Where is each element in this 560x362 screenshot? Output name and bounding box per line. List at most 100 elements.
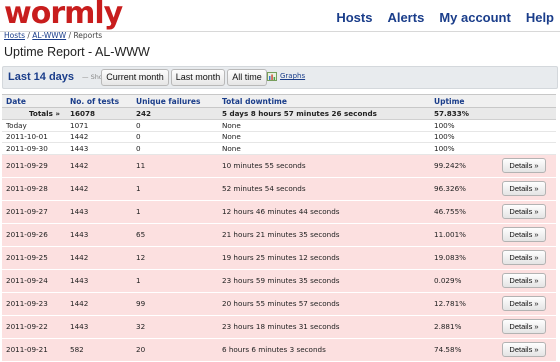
col-tests[interactable]: No. of tests (66, 94, 132, 108)
cell-actions: Details » (498, 292, 556, 316)
cell-tests: 1442 (66, 154, 132, 178)
nav-my-account[interactable]: My account (439, 10, 511, 25)
details-button[interactable]: Details » (502, 227, 546, 242)
cell-failures: 0 (132, 119, 218, 132)
cell-downtime: None (218, 142, 430, 155)
table-row: 2011-10-01 1442 0 None 100% (2, 131, 556, 143)
main-nav: Hosts Alerts My account Help (321, 10, 554, 25)
breadcrumb-current: Reports (73, 31, 103, 40)
cell-downtime: 23 hours 59 minutes 35 seconds (218, 269, 430, 293)
table-row: 2011-09-28 1442 1 52 minutes 54 seconds 96.3… (2, 177, 556, 201)
cell-downtime: 21 hours 21 minutes 35 seconds (218, 223, 430, 247)
cell-uptime: 46.755% (430, 200, 498, 224)
cell-tests: 1442 (66, 177, 132, 201)
cell-actions: Details » (498, 338, 556, 362)
wormly-logo[interactable]: wormly (4, 0, 123, 32)
cell-downtime: 19 hours 25 minutes 12 seconds (218, 246, 430, 270)
cell-failures: 0 (132, 142, 218, 155)
cell-uptime: 0.029% (430, 269, 498, 293)
cell-tests: 1442 (66, 131, 132, 143)
cell-failures: 32 (132, 315, 218, 339)
totals-uptime: 57.833% (430, 107, 498, 120)
nav-hosts[interactable]: Hosts (336, 10, 372, 25)
cell-actions: Details » (498, 223, 556, 247)
cell-uptime: 74.58% (430, 338, 498, 362)
table-row: 2011-09-27 1443 1 12 hours 46 minutes 44 se… (2, 200, 556, 224)
table-header-row: Date No. of tests Unique failures Total … (2, 94, 556, 108)
col-date[interactable]: Date (2, 94, 66, 108)
table-row: Today 1071 0 None 100% (2, 119, 556, 132)
nav-help[interactable]: Help (526, 10, 554, 25)
totals-tests: 16078 (66, 107, 132, 120)
page-title: Uptime Report - AL-WWW (4, 45, 150, 59)
breadcrumb-hosts[interactable]: Hosts (4, 31, 25, 40)
details-button[interactable]: Details » (502, 204, 546, 219)
graphs-link[interactable]: Graphs (280, 72, 305, 80)
cell-failures: 99 (132, 292, 218, 316)
table-row: 2011-09-29 1442 11 10 minutes 55 seconds 99.… (2, 154, 556, 178)
cell-tests: 582 (66, 338, 132, 362)
chart-icon[interactable] (267, 72, 277, 81)
table-row: 2011-09-22 1443 32 23 hours 18 minutes 31 s… (2, 315, 556, 339)
current-month-button[interactable]: Current month (101, 69, 169, 86)
cell-date: 2011-09-23 (2, 292, 66, 316)
cell-date: 2011-09-30 (2, 142, 66, 155)
totals-failures: 242 (132, 107, 218, 120)
totals-label: Totals » (2, 107, 66, 120)
period-filter-bar: Last 14 days — Show: Current month Last … (2, 66, 558, 89)
col-downtime[interactable]: Total downtime (218, 94, 430, 108)
cell-downtime: 23 hours 18 minutes 31 seconds (218, 315, 430, 339)
details-button[interactable]: Details » (502, 250, 546, 265)
table-row: 2011-09-21 582 20 6 hours 6 minutes 3 secon… (2, 338, 556, 362)
cell-date: 2011-09-26 (2, 223, 66, 247)
header: wormly Hosts Alerts My account Help (0, 0, 560, 33)
breadcrumb-host[interactable]: AL-WWW (32, 31, 66, 40)
all-time-button[interactable]: All time (227, 69, 267, 86)
cell-uptime: 96.326% (430, 177, 498, 201)
cell-downtime: 6 hours 6 minutes 3 seconds (218, 338, 430, 362)
table-row: 2011-09-26 1443 65 21 hours 21 minutes 35 s… (2, 223, 556, 247)
cell-failures: 0 (132, 131, 218, 143)
uptime-table: Date No. of tests Unique failures Total … (2, 94, 556, 362)
totals-row: Totals » 16078 242 5 days 8 hours 57 min… (2, 107, 556, 120)
cell-actions: Details » (498, 177, 556, 201)
cell-actions (498, 119, 556, 132)
cell-date: 2011-09-25 (2, 246, 66, 270)
cell-tests: 1071 (66, 119, 132, 132)
cell-uptime: 2.881% (430, 315, 498, 339)
cell-actions: Details » (498, 246, 556, 270)
cell-failures: 65 (132, 223, 218, 247)
cell-date: 2011-09-21 (2, 338, 66, 362)
cell-actions: Details » (498, 200, 556, 224)
details-button[interactable]: Details » (502, 273, 546, 288)
cell-uptime: 100% (430, 119, 498, 132)
table-row: 2011-09-25 1442 12 19 hours 25 minutes 12 s… (2, 246, 556, 270)
col-uptime[interactable]: Uptime (430, 94, 498, 108)
cell-uptime: 100% (430, 131, 498, 143)
cell-date: 2011-10-01 (2, 131, 66, 143)
cell-downtime: 10 minutes 55 seconds (218, 154, 430, 178)
cell-uptime: 100% (430, 142, 498, 155)
details-button[interactable]: Details » (502, 296, 546, 311)
cell-date: 2011-09-22 (2, 315, 66, 339)
cell-failures: 12 (132, 246, 218, 270)
details-button[interactable]: Details » (502, 319, 546, 334)
cell-actions: Details » (498, 269, 556, 293)
cell-failures: 20 (132, 338, 218, 362)
cell-date: Today (2, 119, 66, 132)
cell-actions: Details » (498, 315, 556, 339)
col-failures[interactable]: Unique failures (132, 94, 218, 108)
period-title: Last 14 days (8, 71, 75, 83)
breadcrumb: Hosts / AL-WWW / Reports (4, 31, 102, 40)
details-button[interactable]: Details » (502, 342, 546, 357)
cell-downtime: 20 hours 55 minutes 57 seconds (218, 292, 430, 316)
last-month-button[interactable]: Last month (171, 69, 225, 86)
details-button[interactable]: Details » (502, 158, 546, 173)
cell-failures: 1 (132, 269, 218, 293)
cell-actions: Details » (498, 154, 556, 178)
cell-downtime: 12 hours 46 minutes 44 seconds (218, 200, 430, 224)
table-row: 2011-09-24 1443 1 23 hours 59 minutes 35 se… (2, 269, 556, 293)
nav-alerts[interactable]: Alerts (387, 10, 424, 25)
details-button[interactable]: Details » (502, 181, 546, 196)
cell-actions (498, 142, 556, 155)
